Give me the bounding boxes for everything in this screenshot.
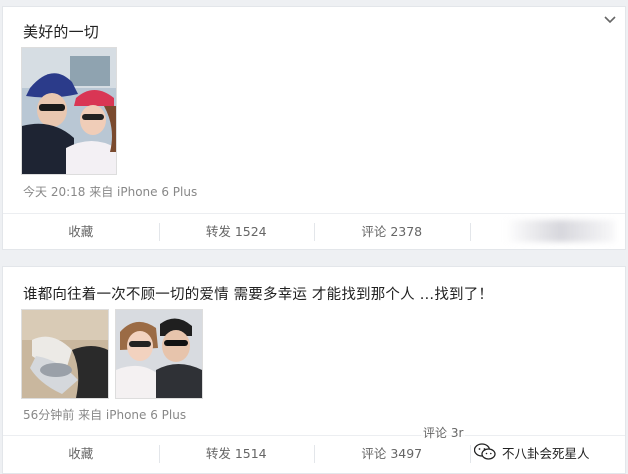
repost-button[interactable]: 转发 1514 bbox=[158, 436, 315, 472]
comment-button[interactable]: 评论 2378 bbox=[314, 214, 470, 250]
post-photo[interactable] bbox=[21, 309, 109, 399]
post-text: 美好的一切 bbox=[23, 23, 100, 41]
chevron-down-icon[interactable] bbox=[603, 13, 617, 27]
post-photo[interactable] bbox=[21, 47, 117, 175]
repost-button[interactable]: 转发 1524 bbox=[158, 214, 315, 250]
wechat-icon bbox=[474, 443, 496, 460]
weibo-post-card: 美好的一切 今天 20:18 来自 iPhone 6 Plus 收藏 转发 15… bbox=[2, 6, 626, 250]
post-meta: 今天 20:18 来自 iPhone 6 Plus bbox=[23, 185, 198, 199]
like-button[interactable] bbox=[469, 214, 626, 250]
post-meta: 56分钟前 来自 iPhone 6 Plus bbox=[23, 408, 187, 422]
favorite-button[interactable]: 收藏 bbox=[3, 214, 159, 250]
overlay-comment-fragment: 评论 3r bbox=[421, 424, 466, 441]
comment-button[interactable]: 评论 3497 bbox=[314, 436, 470, 472]
post-text: 谁都向往着一次不顾一切的爱情 需要多幸运 才能找到那个人 …找到了！ bbox=[23, 287, 494, 303]
watermark-text: 不八卦会死星人 bbox=[502, 445, 590, 461]
watermark: 不八卦会死星人 bbox=[474, 440, 590, 464]
post-action-bar: 收藏 转发 1524 评论 2378 bbox=[3, 213, 625, 250]
blurred-region bbox=[505, 220, 615, 242]
favorite-button[interactable]: 收藏 bbox=[3, 436, 159, 472]
post-photo[interactable] bbox=[115, 309, 203, 399]
